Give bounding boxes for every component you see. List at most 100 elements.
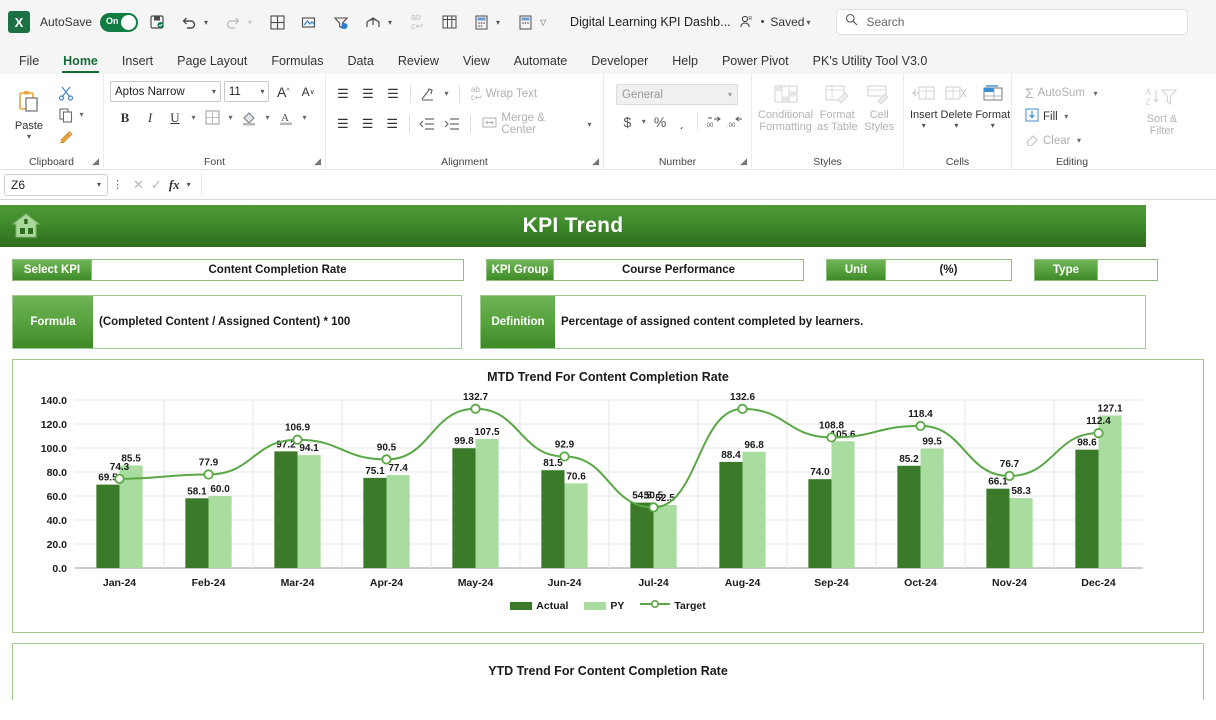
cut-icon[interactable]	[55, 82, 77, 103]
decrease-decimal-icon[interactable]: .00	[726, 111, 745, 132]
italic-button[interactable]: I	[139, 107, 161, 128]
undo-icon[interactable]	[176, 9, 202, 35]
format-painter-icon[interactable]	[55, 126, 77, 147]
align-center-icon[interactable]: ☰	[357, 114, 379, 135]
number-dialog-launcher[interactable]: ◢	[740, 156, 747, 167]
underline-button[interactable]: U	[164, 107, 186, 128]
insert-cells-button[interactable]: Insert ▾	[910, 82, 938, 130]
autosum-button[interactable]: Σ AutoSum	[1022, 83, 1088, 103]
calculator-icon[interactable]	[468, 9, 494, 35]
underline-dropdown-icon[interactable]: ▾	[189, 113, 198, 122]
borders-icon[interactable]	[201, 107, 223, 128]
align-left-icon[interactable]: ☰	[332, 114, 354, 135]
fill-dropdown-icon[interactable]: ▾	[1062, 112, 1071, 121]
align-middle-icon[interactable]: ☰	[357, 83, 379, 104]
select-kpi-field[interactable]: Select KPI Content Completion Rate	[12, 259, 464, 281]
tab-pk-utility-tool[interactable]: PK's Utility Tool V3.0	[802, 50, 939, 74]
delete-cells-dropdown-icon[interactable]: ▾	[954, 121, 958, 130]
alignment-dialog-launcher[interactable]: ◢	[592, 156, 599, 167]
font-dialog-launcher[interactable]: ◢	[314, 156, 321, 167]
clear-dropdown-icon[interactable]: ▾	[1074, 136, 1083, 145]
formula-dropdown-icon[interactable]: ▾	[187, 180, 191, 189]
decrease-indent-icon[interactable]	[416, 114, 438, 135]
undo-dropdown-icon[interactable]: ▾	[204, 18, 214, 27]
table-icon[interactable]	[436, 9, 462, 35]
legend-item-actual[interactable]: Actual	[510, 600, 568, 612]
currency-dropdown-icon[interactable]: ▾	[640, 117, 648, 126]
touch-mode-icon[interactable]	[296, 9, 322, 35]
autosave-toggle[interactable]: On	[100, 13, 138, 32]
font-size-dropdown-icon[interactable]: ▾	[260, 87, 264, 96]
search-input[interactable]: Search	[836, 9, 1188, 35]
legend-item-py[interactable]: PY	[584, 600, 624, 612]
select-kpi-value[interactable]: Content Completion Rate	[91, 260, 463, 280]
tab-help[interactable]: Help	[661, 50, 709, 74]
name-box-dropdown-icon[interactable]: ▾	[97, 180, 101, 189]
format-as-table-button[interactable]: Format as Table	[816, 82, 858, 133]
conditional-formatting-button[interactable]: Conditional Formatting	[758, 82, 813, 133]
increase-decimal-icon[interactable]: .00	[704, 111, 723, 132]
currency-icon[interactable]: $	[618, 111, 637, 132]
comma-style-icon[interactable]: ͵	[673, 111, 692, 132]
delete-cells-button[interactable]: Delete ▾	[941, 82, 973, 130]
copy-dropdown-icon[interactable]: ▾	[77, 110, 86, 119]
type-value[interactable]	[1097, 260, 1157, 280]
fill-button[interactable]: Fill ▾	[1022, 106, 1074, 127]
cancel-icon[interactable]: ✕	[133, 177, 144, 193]
wrap-text-button[interactable]: abc↩ Wrap Text	[468, 84, 540, 104]
tab-page-layout[interactable]: Page Layout	[166, 50, 258, 74]
font-color-icon[interactable]: A	[275, 107, 297, 128]
calculator2-icon[interactable]	[512, 9, 538, 35]
autosum-dropdown-icon[interactable]: ▾	[1091, 89, 1100, 98]
shrink-font-icon[interactable]: A∨	[297, 81, 319, 102]
save-icon[interactable]	[144, 9, 170, 35]
tab-developer[interactable]: Developer	[580, 50, 659, 74]
paste-dropdown-icon[interactable]: ▾	[27, 132, 31, 141]
tab-home[interactable]: Home	[52, 50, 109, 74]
formula-input[interactable]	[201, 174, 1212, 196]
merge-center-button[interactable]: Merge & Center ▾	[479, 110, 597, 138]
format-cells-button[interactable]: Format ▾	[975, 82, 1010, 130]
font-color-dropdown-icon[interactable]: ▾	[300, 113, 309, 122]
share-icon[interactable]	[360, 9, 386, 35]
cell-styles-button[interactable]: Cell Styles	[861, 82, 897, 133]
calculator-dropdown-icon[interactable]: ▾	[496, 18, 506, 27]
increase-indent-icon[interactable]	[441, 114, 463, 135]
number-format-select[interactable]: General ▾	[616, 84, 738, 105]
grid-icon[interactable]	[264, 9, 290, 35]
insert-function-icon[interactable]: fx	[169, 177, 180, 193]
tab-view[interactable]: View	[452, 50, 501, 74]
confirm-icon[interactable]: ✓	[151, 177, 162, 193]
grow-font-icon[interactable]: A^	[272, 81, 294, 102]
name-box-more-icon[interactable]: ⋮	[112, 178, 123, 191]
tab-automate[interactable]: Automate	[503, 50, 579, 74]
name-box[interactable]: Z6 ▾	[4, 174, 108, 196]
save-status-dropdown-icon[interactable]: ▾	[806, 18, 816, 27]
kpi-group-field[interactable]: KPI Group Course Performance	[486, 259, 804, 281]
unit-field[interactable]: Unit (%)	[826, 259, 1012, 281]
tab-formulas[interactable]: Formulas	[260, 50, 334, 74]
copy-icon[interactable]	[55, 104, 77, 125]
align-top-icon[interactable]: ☰	[332, 83, 354, 104]
tab-file[interactable]: File	[8, 50, 50, 74]
sort-filter-button[interactable]: AZ Sort & Filter	[1138, 84, 1186, 137]
save-status[interactable]: Saved	[770, 15, 804, 29]
clipboard-dialog-launcher[interactable]: ◢	[92, 156, 99, 167]
merge-center-dropdown-icon[interactable]: ▾	[585, 120, 594, 129]
tab-power-pivot[interactable]: Power Pivot	[711, 50, 800, 74]
type-field[interactable]: Type	[1034, 259, 1158, 281]
tab-data[interactable]: Data	[336, 50, 384, 74]
bold-button[interactable]: B	[114, 107, 136, 128]
orientation-icon[interactable]	[417, 83, 439, 104]
number-format-dropdown-icon[interactable]: ▾	[728, 90, 732, 99]
share-dropdown-icon[interactable]: ▾	[388, 18, 398, 27]
insert-cells-dropdown-icon[interactable]: ▾	[922, 121, 926, 130]
align-bottom-icon[interactable]: ☰	[382, 83, 404, 104]
percent-icon[interactable]: %	[651, 111, 670, 132]
tab-insert[interactable]: Insert	[111, 50, 164, 74]
align-right-icon[interactable]: ☰	[381, 114, 403, 135]
legend-item-target[interactable]: Target	[640, 599, 705, 612]
document-title[interactable]: Digital Learning KPI Dashb...	[570, 15, 731, 29]
font-name-dropdown-icon[interactable]: ▾	[212, 87, 216, 96]
fill-color-icon[interactable]	[238, 107, 260, 128]
